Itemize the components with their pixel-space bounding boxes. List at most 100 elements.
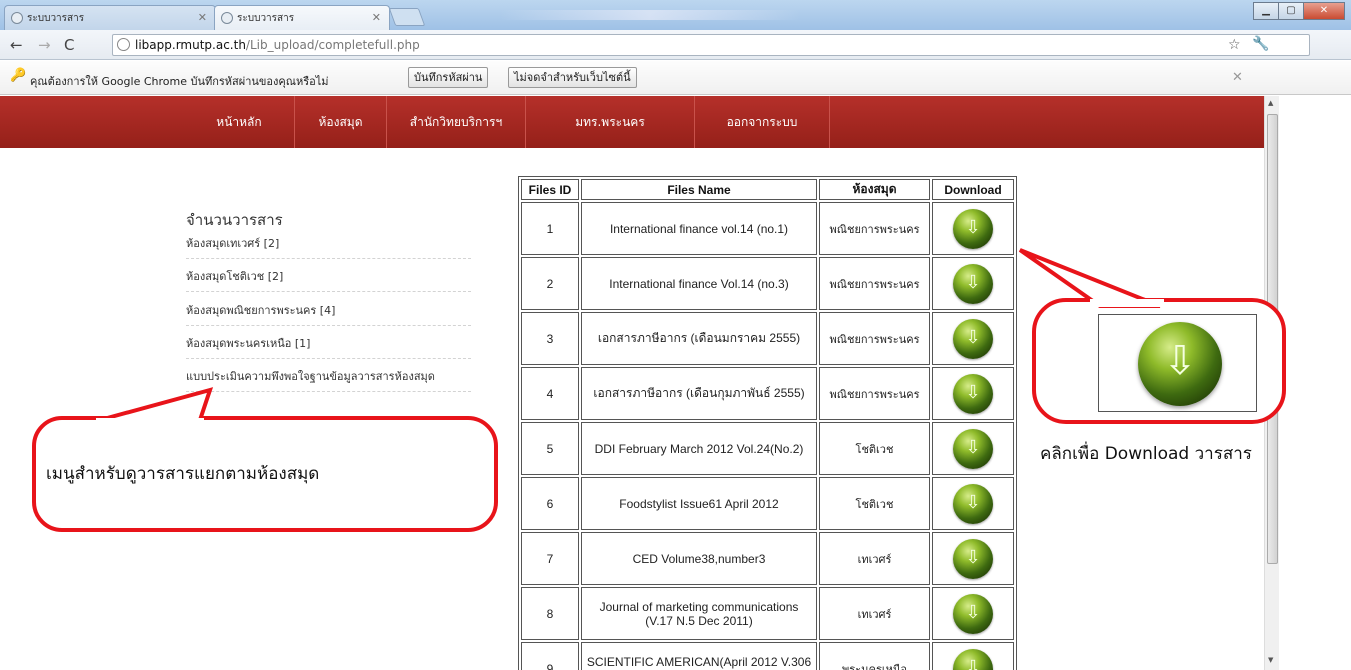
download-cell	[932, 587, 1014, 640]
close-tab-icon[interactable]: ✕	[372, 11, 381, 24]
window-titlebar: ระบบวารสาร ✕ ระบบวารสาร ✕ ▁ ▢ ✕	[0, 0, 1351, 30]
address-toolbar: ← → C libapp.rmutp.ac.th/Lib_upload/comp…	[0, 30, 1351, 60]
library-cell: พณิชยการพระนคร	[819, 312, 930, 365]
new-tab-button[interactable]	[388, 8, 426, 26]
minimize-button[interactable]: ▁	[1253, 2, 1279, 20]
download-icon[interactable]	[953, 593, 993, 634]
browser-tab-1[interactable]: ระบบวารสาร ✕	[4, 5, 216, 30]
download-icon[interactable]	[953, 648, 993, 670]
file-name-cell: เอกสารภาษีอากร (เดือนกุมภาพันธ์ 2555)	[581, 367, 817, 420]
file-name-cell: เอกสารภาษีอากร (เดือนมกราคม 2555)	[581, 312, 817, 365]
table-row: 2 International finance Vol.14 (no.3) พณิช…	[521, 257, 1014, 310]
table-row: 1 International finance vol.14 (no.1) พณิช…	[521, 202, 1014, 255]
download-icon[interactable]	[953, 318, 993, 359]
sidebar-item-survey[interactable]: แบบประเมินความพึงพอใจฐานข้อมูลวารสารห้อง…	[186, 367, 471, 392]
nav-university[interactable]: มทร.พระนคร	[526, 96, 695, 148]
download-cell	[932, 642, 1014, 670]
download-cell	[932, 257, 1014, 310]
nav-office[interactable]: สำนักวิทยบริการฯ	[387, 96, 526, 148]
sidebar-item-tewes[interactable]: ห้องสมุดเทเวศร์ [2]	[186, 234, 471, 259]
back-arrow-icon[interactable]: ←	[10, 36, 23, 54]
never-save-button[interactable]: ไม่จดจำสำหรับเว็บไซต์นี้	[508, 67, 637, 88]
col-header-id: Files ID	[521, 179, 579, 200]
sidebar-item-chotiwet[interactable]: ห้องสมุดโชติเวช [2]	[186, 267, 471, 292]
download-cell	[932, 312, 1014, 365]
file-name-cell: SCIENTIFIC AMERICAN(April 2012 V.306 N.4…	[581, 642, 817, 670]
file-id-cell: 1	[521, 202, 579, 255]
nav-logout[interactable]: ออกจากระบบ	[695, 96, 830, 148]
download-icon[interactable]	[953, 538, 993, 579]
sidebar-item-north[interactable]: ห้องสมุดพระนครเหนือ [1]	[186, 334, 471, 359]
wrench-menu-icon[interactable]: 🔧	[1252, 36, 1269, 52]
file-id-cell: 8	[521, 587, 579, 640]
globe-icon	[11, 12, 23, 24]
maximize-button[interactable]: ▢	[1278, 2, 1304, 20]
site-navbar: หน้าหลัก ห้องสมุด สำนักวิทยบริการฯ มทร.พ…	[0, 96, 1264, 148]
table-row: 4 เอกสารภาษีอากร (เดือนกุมภาพันธ์ 2555) พณ…	[521, 367, 1014, 420]
download-icon[interactable]	[953, 208, 993, 249]
table-row: 6 Foodstylist Issue61 April 2012 โชติเวช	[521, 477, 1014, 530]
file-name-cell: International finance vol.14 (no.1)	[581, 202, 817, 255]
nav-home[interactable]: หน้าหลัก	[184, 96, 295, 148]
library-cell: พณิชยการพระนคร	[819, 202, 930, 255]
window-controls: ▁ ▢ ✕	[1253, 2, 1345, 20]
forward-arrow-icon[interactable]: →	[38, 36, 51, 54]
table-row: 7 CED Volume38,number3 เทเวศร์	[521, 532, 1014, 585]
scroll-down-arrow-icon[interactable]: ▼	[1268, 656, 1273, 664]
library-cell: โชติเวช	[819, 422, 930, 475]
menu-caption: เมนูสำหรับดูวารสารแยกตามห้องสมุด	[46, 464, 320, 484]
file-id-cell: 7	[521, 532, 579, 585]
infobar-close-icon[interactable]: ✕	[1232, 70, 1243, 85]
scroll-up-arrow-icon[interactable]: ▲	[1268, 99, 1273, 107]
close-window-button[interactable]: ✕	[1303, 2, 1345, 20]
download-icon[interactable]	[953, 428, 993, 469]
infobar-message: คุณต้องการให้ Google Chrome บันทึกรหัสผ่…	[30, 75, 329, 88]
sidebar-item-commerce[interactable]: ห้องสมุดพณิชยการพระนคร [4]	[186, 301, 471, 326]
page-info-icon[interactable]	[117, 38, 130, 51]
download-icon-enlarged	[1138, 322, 1222, 406]
table-row: 9SCIENTIFIC AMERICAN(April 2012 V.306 N.…	[521, 642, 1014, 670]
table-row: 5 DDI February March 2012 Vol.24(No.2) โชต…	[521, 422, 1014, 475]
library-cell: โชติเวช	[819, 477, 930, 530]
url-host: libapp.rmutp.ac.th	[135, 38, 246, 52]
file-id-cell: 5	[521, 422, 579, 475]
file-name-cell: International finance Vol.14 (no.3)	[581, 257, 817, 310]
library-cell: พระนครเหนือ	[819, 642, 930, 670]
reload-icon[interactable]: C	[64, 36, 74, 54]
table-row: 8 Journal of marketing communications (V.…	[521, 587, 1014, 640]
library-cell: พณิชยการพระนคร	[819, 367, 930, 420]
url-input[interactable]: libapp.rmutp.ac.th/Lib_upload/completefu…	[112, 34, 1310, 56]
col-header-library: ห้องสมุด	[819, 179, 930, 200]
download-cell	[932, 532, 1014, 585]
tab-title: ระบบวารสาร	[27, 12, 85, 24]
key-icon: 🔑	[10, 68, 27, 83]
library-cell: พณิชยการพระนคร	[819, 257, 930, 310]
globe-icon	[221, 12, 233, 24]
browser-tab-2[interactable]: ระบบวารสาร ✕	[214, 5, 390, 30]
download-icon[interactable]	[953, 483, 993, 524]
save-password-button[interactable]: บันทึกรหัสผ่าน	[408, 67, 489, 88]
download-icon[interactable]	[953, 373, 993, 414]
nav-library[interactable]: ห้องสมุด	[295, 96, 387, 148]
close-tab-icon[interactable]: ✕	[198, 11, 207, 24]
library-cell: เทเวศร์	[819, 532, 930, 585]
table-header-row: Files ID Files Name ห้องสมุด Download	[521, 179, 1014, 200]
file-id-cell: 2	[521, 257, 579, 310]
file-id-cell: 6	[521, 477, 579, 530]
url-path: /Lib_upload/completefull.php	[245, 38, 420, 52]
library-cell: เทเวศร์	[819, 587, 930, 640]
download-cell	[932, 202, 1014, 255]
file-id-cell: 9	[521, 642, 579, 670]
file-id-cell: 3	[521, 312, 579, 365]
download-icon[interactable]	[953, 263, 993, 304]
background-window-title	[500, 10, 800, 20]
files-table: Files ID Files Name ห้องสมุด Download 1I…	[518, 176, 1017, 670]
password-infobar: 🔑 คุณต้องการให้ Google Chrome บันทึกรหัส…	[0, 61, 1351, 95]
col-header-download: Download	[932, 179, 1014, 200]
download-cell	[932, 422, 1014, 475]
download-caption: คลิกเพื่อ Download วารสาร	[1040, 444, 1252, 464]
table-row: 3 เอกสารภาษีอากร (เดือนมกราคม 2555) พณิชยก…	[521, 312, 1014, 365]
tab-title: ระบบวารสาร	[237, 12, 295, 24]
col-header-name: Files Name	[581, 179, 817, 200]
bookmark-star-icon[interactable]: ☆	[1228, 37, 1241, 53]
